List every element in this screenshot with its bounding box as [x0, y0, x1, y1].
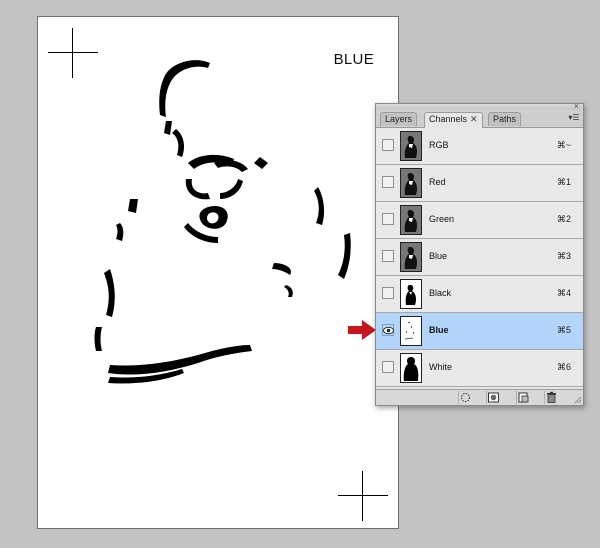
- tab-channels[interactable]: Channels ✕: [424, 112, 483, 128]
- channel-list: RGB ⌘~ Red ⌘1 Green ⌘2 Blue ⌘3 Black ⌘4 …: [376, 128, 583, 387]
- tab-paths[interactable]: Paths: [488, 112, 522, 126]
- channel-name: RGB: [429, 140, 449, 150]
- channel-name: Red: [429, 177, 446, 187]
- visibility-toggle[interactable]: [382, 176, 394, 188]
- channel-shortcut: ⌘6: [556, 362, 571, 372]
- channel-name: Green: [429, 214, 455, 224]
- load-selection-icon[interactable]: [458, 391, 472, 404]
- channel-row-rgb[interactable]: RGB ⌘~: [376, 128, 583, 165]
- channel-row-blue[interactable]: Blue ⌘3: [376, 239, 583, 276]
- channel-name: Blue: [429, 325, 449, 335]
- channel-shortcut: ⌘4: [556, 288, 571, 298]
- visibility-toggle[interactable]: [382, 287, 394, 299]
- channel-row-red[interactable]: Red ⌘1: [376, 165, 583, 202]
- channel-thumbnail: [400, 279, 422, 309]
- channel-shortcut: ⌘5: [556, 325, 571, 335]
- channel-thumbnail: [400, 131, 422, 161]
- visibility-toggle[interactable]: [382, 324, 394, 336]
- visibility-toggle[interactable]: [382, 139, 394, 151]
- channel-thumbnail: [400, 353, 422, 383]
- eye-icon: [383, 326, 394, 335]
- new-channel-icon[interactable]: [516, 391, 530, 404]
- resize-grip-icon[interactable]: [574, 396, 582, 404]
- channel-row-black[interactable]: Black ⌘4: [376, 276, 583, 313]
- channel-row-green[interactable]: Green ⌘2: [376, 202, 583, 239]
- channel-shortcut: ⌘3: [556, 251, 571, 261]
- channel-thumbnail: [400, 205, 422, 235]
- pointer-arrow-icon: [348, 320, 376, 340]
- trash-icon[interactable]: [544, 391, 558, 404]
- channel-name: White: [429, 362, 453, 372]
- tab-layers[interactable]: Layers: [380, 112, 418, 126]
- channel-shortcut: ⌘2: [556, 214, 571, 224]
- channel-thumbnail: [400, 168, 422, 198]
- save-selection-icon[interactable]: [486, 391, 500, 404]
- channel-name: Black: [429, 288, 452, 298]
- channel-row-blue-spot[interactable]: Blue ⌘5: [376, 313, 583, 350]
- palette-tabs: Layers Channels ✕ Paths ▾☰: [376, 110, 583, 128]
- channel-shortcut: ⌘1: [556, 177, 571, 187]
- channel-shortcut: ⌘~: [556, 140, 571, 150]
- channel-thumbnail: [400, 316, 422, 346]
- visibility-toggle[interactable]: [382, 361, 394, 373]
- document-canvas[interactable]: BLUE: [37, 16, 399, 529]
- palette-menu-icon[interactable]: ▾☰: [568, 112, 580, 124]
- channel-artwork: [94, 60, 351, 384]
- palette-footer: [376, 389, 583, 405]
- channel-thumbnail: [400, 242, 422, 272]
- tab-close-icon[interactable]: ✕: [470, 114, 478, 124]
- channel-name: Blue: [429, 251, 448, 261]
- channels-palette[interactable]: × Layers Channels ✕ Paths ▾☰ RGB ⌘~ Red …: [375, 102, 584, 406]
- visibility-toggle[interactable]: [382, 213, 394, 225]
- visibility-toggle[interactable]: [382, 250, 394, 262]
- channel-row-white[interactable]: White ⌘6: [376, 350, 583, 387]
